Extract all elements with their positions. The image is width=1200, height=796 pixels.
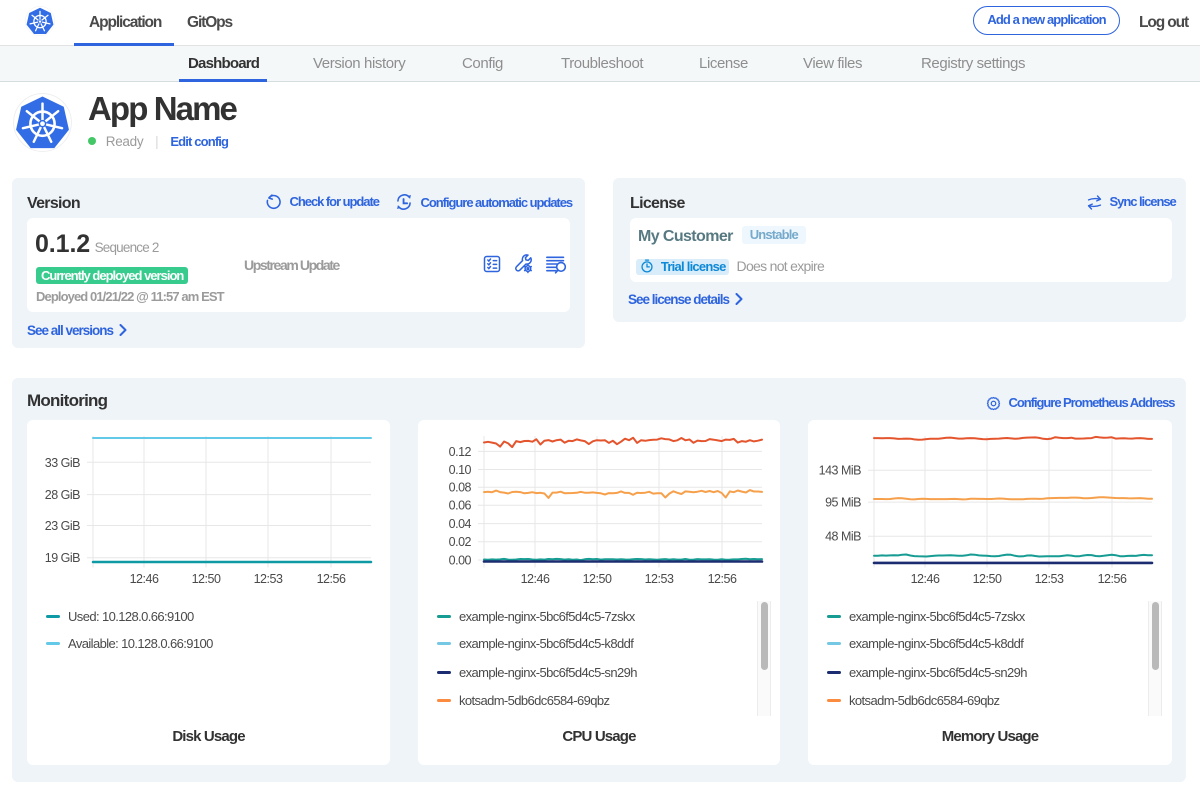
svg-text:12:50: 12:50: [973, 572, 1002, 586]
svg-text:23 GiB: 23 GiB: [45, 519, 80, 533]
svg-text:12:53: 12:53: [254, 572, 283, 586]
svg-text:12:56: 12:56: [708, 572, 737, 586]
svg-text:12:50: 12:50: [583, 572, 612, 586]
svg-text:0.00: 0.00: [449, 554, 472, 568]
svg-text:19 GiB: 19 GiB: [45, 551, 80, 565]
svg-text:33 GiB: 33 GiB: [45, 456, 80, 470]
svg-text:143 MiB: 143 MiB: [819, 464, 862, 478]
svg-text:12:46: 12:46: [130, 572, 159, 586]
svg-text:95 MiB: 95 MiB: [825, 496, 861, 510]
svg-text:12:46: 12:46: [521, 572, 550, 586]
svg-text:12:50: 12:50: [192, 572, 221, 586]
svg-text:12:46: 12:46: [911, 572, 940, 586]
svg-text:0.06: 0.06: [449, 499, 472, 513]
svg-text:12:56: 12:56: [317, 572, 346, 586]
svg-text:28 GiB: 28 GiB: [45, 488, 80, 502]
svg-text:0.04: 0.04: [449, 517, 472, 531]
svg-text:0.10: 0.10: [449, 463, 472, 477]
svg-text:12:53: 12:53: [1035, 572, 1064, 586]
svg-text:12:56: 12:56: [1098, 572, 1127, 586]
svg-text:12:53: 12:53: [645, 572, 674, 586]
svg-text:0.12: 0.12: [449, 445, 472, 459]
svg-text:0.02: 0.02: [449, 535, 472, 549]
svg-text:48 MiB: 48 MiB: [825, 530, 861, 544]
svg-text:0.08: 0.08: [449, 481, 472, 495]
